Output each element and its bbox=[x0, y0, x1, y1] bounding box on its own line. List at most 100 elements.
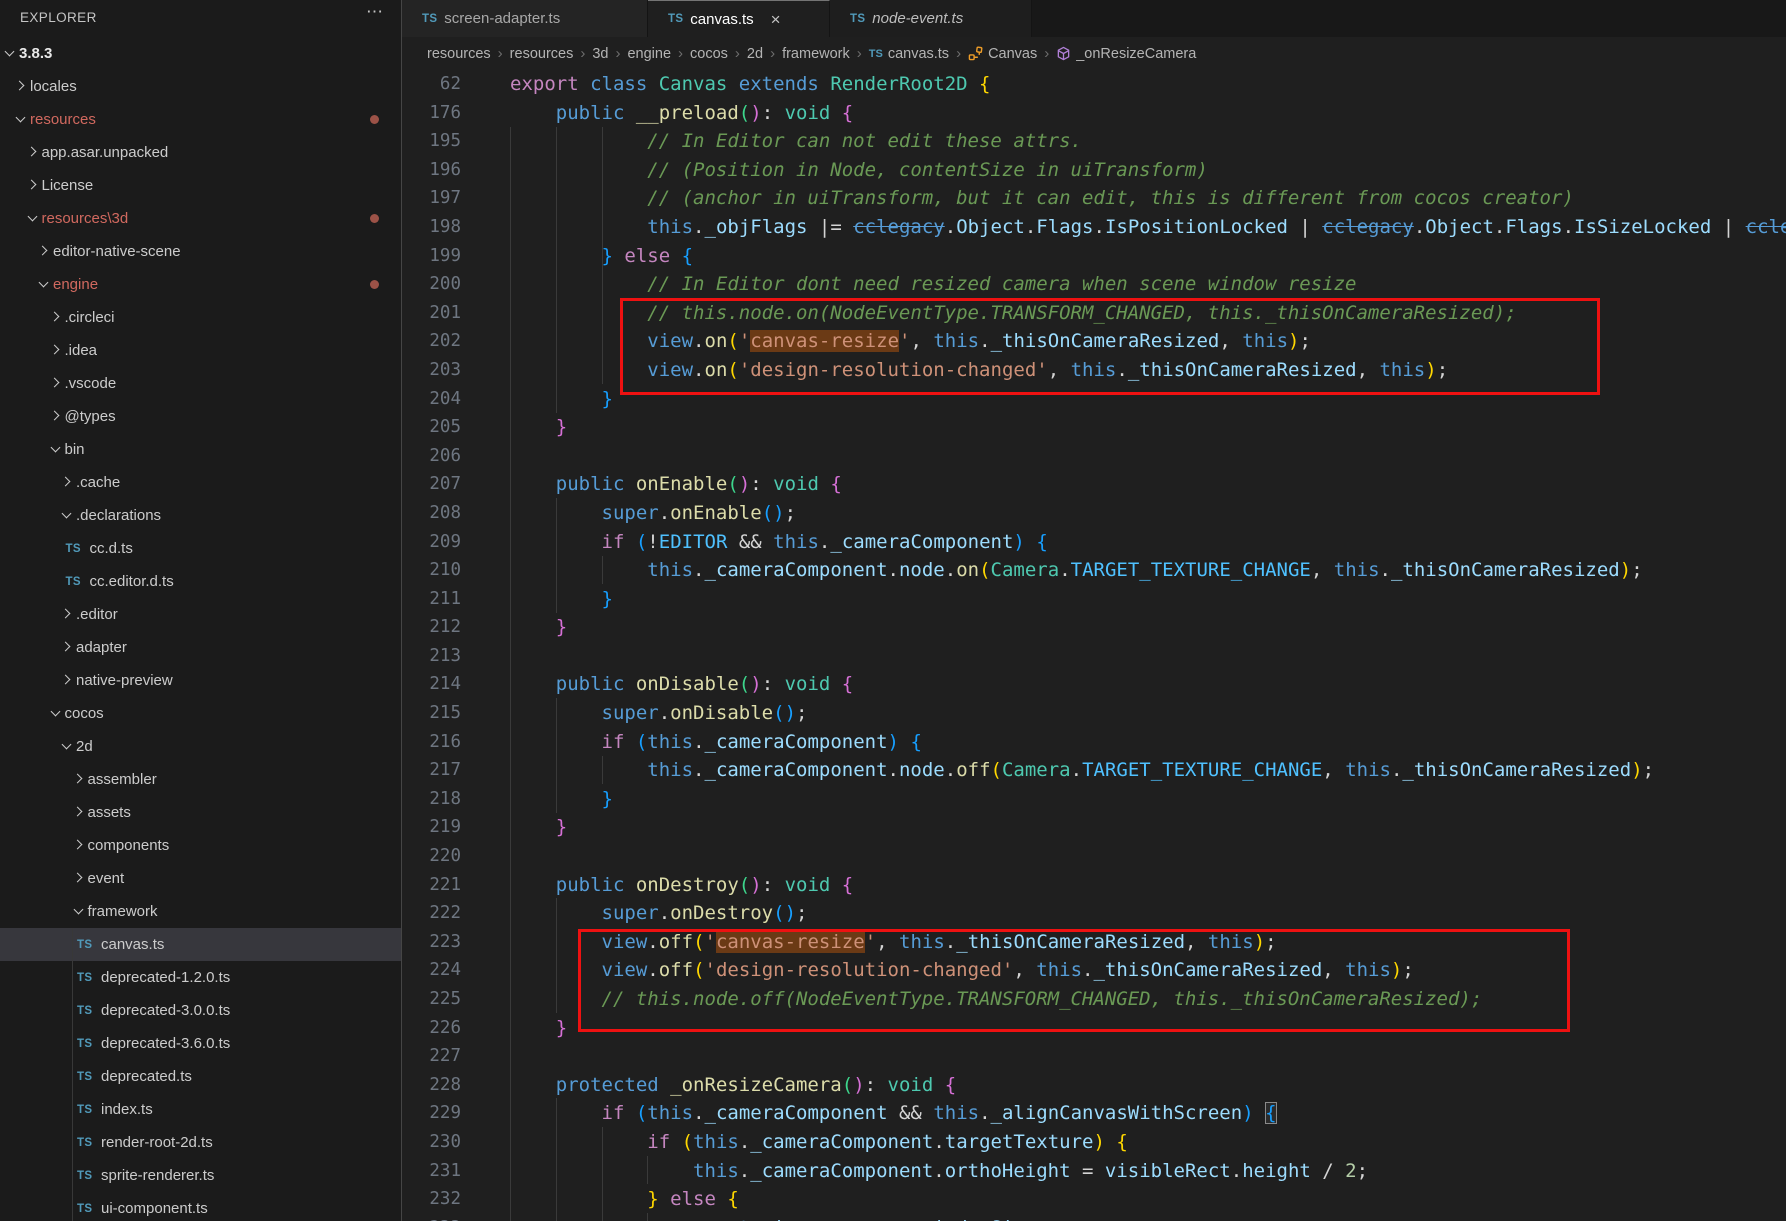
sidebar-resize-sash[interactable] bbox=[401, 0, 402, 1221]
line-number: 221 bbox=[429, 874, 461, 895]
tree-item-.circleci[interactable]: .circleci bbox=[0, 301, 401, 334]
tree-item-event[interactable]: event bbox=[0, 862, 401, 895]
tree-item-render-root-2d.ts[interactable]: TS render-root-2d.ts bbox=[0, 1126, 401, 1159]
code-line-62[interactable]: 62 export class Canvas extends RenderRoot… bbox=[402, 70, 1786, 99]
code-line-212[interactable]: 212 } bbox=[402, 613, 1786, 642]
tree-item-label: app.asar.unpacked bbox=[41, 144, 169, 161]
code-line-205[interactable]: 205 } bbox=[402, 413, 1786, 442]
code-line-214[interactable]: 214 public onDisable(): void { bbox=[402, 670, 1786, 699]
tree-item-cc.editor.d.ts[interactable]: TS cc.editor.d.ts bbox=[0, 565, 401, 598]
code-lines: 62 export class Canvas extends RenderRoot… bbox=[402, 70, 1786, 1221]
tree-item-label: 3.8.3 bbox=[19, 45, 53, 62]
code-line-198[interactable]: 198 this._objFlags |= cclegacy.Object.Fl… bbox=[402, 213, 1786, 242]
code-editor[interactable]: 62 export class Canvas extends RenderRoot… bbox=[402, 0, 1786, 1221]
tree-item-label: .circleci bbox=[64, 309, 115, 326]
code-line-207[interactable]: 207 public onEnable(): void { bbox=[402, 470, 1786, 499]
tree-item-engine[interactable]: engine bbox=[0, 268, 401, 301]
code-line-218[interactable]: 218 } bbox=[402, 785, 1786, 814]
code-line-211[interactable]: 211 } bbox=[402, 585, 1786, 614]
line-content: super.onEnable(); bbox=[601, 501, 797, 524]
code-line-195[interactable]: 195 // In Editor can not edit these attr… bbox=[402, 127, 1786, 156]
tree-item-2d[interactable]: 2d bbox=[0, 730, 401, 763]
tree-item-deprecated-3.0.0.ts[interactable]: TS deprecated-3.0.0.ts bbox=[0, 994, 401, 1027]
line-content: // In Editor dont need resized camera wh… bbox=[510, 273, 1357, 296]
tree-item-.idea[interactable]: .idea bbox=[0, 334, 401, 367]
tree-item-.cache[interactable]: .cache bbox=[0, 466, 401, 499]
code-line-222[interactable]: 222 super.onDestroy(); bbox=[402, 899, 1786, 928]
tree-item-label: adapter bbox=[76, 639, 127, 656]
indent-guide bbox=[556, 698, 557, 813]
code-line-233[interactable]: 233 const size = screen.windowSize; bbox=[402, 1214, 1786, 1221]
tree-item-3.8.3[interactable]: 3.8.3 bbox=[0, 37, 401, 70]
chevron-right-icon bbox=[25, 177, 42, 194]
tree-item-@types[interactable]: @types bbox=[0, 400, 401, 433]
code-line-196[interactable]: 196 // (Position in Node, contentSize in… bbox=[402, 156, 1786, 185]
indent-guide bbox=[510, 127, 511, 1221]
more-actions-icon[interactable]: ⋯ bbox=[366, 0, 383, 24]
tree-item-sprite-renderer.ts[interactable]: TS sprite-renderer.ts bbox=[0, 1159, 401, 1192]
code-line-209[interactable]: 209 if (!EDITOR && this._cameraComponent… bbox=[402, 528, 1786, 557]
code-line-199[interactable]: 199 } else { bbox=[402, 242, 1786, 271]
code-line-228[interactable]: 228 protected _onResizeCamera(): void { bbox=[402, 1071, 1786, 1100]
tree-item-deprecated-3.6.0.ts[interactable]: TS deprecated-3.6.0.ts bbox=[0, 1027, 401, 1060]
code-line-231[interactable]: 231 this._cameraComponent.orthoHeight = … bbox=[402, 1157, 1786, 1186]
tree-item-index.ts[interactable]: TS index.ts bbox=[0, 1093, 401, 1126]
tree-item-assembler[interactable]: assembler bbox=[0, 763, 401, 796]
tree-item-assets[interactable]: assets bbox=[0, 796, 401, 829]
tree-item-.vscode[interactable]: .vscode bbox=[0, 367, 401, 400]
indent-guide bbox=[602, 1127, 603, 1221]
code-line-232[interactable]: 232 } else { bbox=[402, 1185, 1786, 1214]
tree-item-adapter[interactable]: adapter bbox=[0, 631, 401, 664]
code-line-176[interactable]: 176 public __preload(): void { bbox=[402, 99, 1786, 128]
code-line-230[interactable]: 230 if (this._cameraComponent.targetText… bbox=[402, 1128, 1786, 1157]
line-content: // (Position in Node, contentSize in uiT… bbox=[510, 158, 1208, 181]
tree-item-app.asar.unpacked[interactable]: app.asar.unpacked bbox=[0, 136, 401, 169]
tree-item-.editor[interactable]: .editor bbox=[0, 598, 401, 631]
line-content: public onEnable(): void { bbox=[555, 473, 842, 496]
code-line-227[interactable]: 227 bbox=[402, 1042, 1786, 1071]
code-line-213[interactable]: 213 bbox=[402, 642, 1786, 671]
tree-item-label: resources\3d bbox=[41, 210, 129, 227]
tree-item-.declarations[interactable]: .declarations bbox=[0, 499, 401, 532]
tree-item-ui-component.ts[interactable]: TS ui-component.ts bbox=[0, 1192, 401, 1221]
chevron-right-icon bbox=[71, 837, 88, 854]
tree-item-resources[interactable]: resources bbox=[0, 103, 401, 136]
indent-guide bbox=[556, 1098, 557, 1221]
code-line-216[interactable]: 216 if (this._cameraComponent) { bbox=[402, 728, 1786, 757]
indent-guide bbox=[556, 127, 557, 413]
line-number: 207 bbox=[429, 474, 461, 495]
tree-item-canvas.ts[interactable]: TS canvas.ts bbox=[0, 928, 401, 961]
tree-item-resources\3d[interactable]: resources\3d bbox=[0, 202, 401, 235]
chevron-right-icon bbox=[71, 771, 88, 788]
tree-item-locales[interactable]: locales bbox=[0, 70, 401, 103]
code-line-208[interactable]: 208 super.onEnable(); bbox=[402, 499, 1786, 528]
code-line-206[interactable]: 206 bbox=[402, 442, 1786, 471]
code-line-220[interactable]: 220 bbox=[402, 842, 1786, 871]
tree-item-framework[interactable]: framework bbox=[0, 895, 401, 928]
tree-item-label: .idea bbox=[64, 342, 98, 359]
code-line-200[interactable]: 200 // In Editor dont need resized camer… bbox=[402, 270, 1786, 299]
code-line-221[interactable]: 221 public onDestroy(): void { bbox=[402, 871, 1786, 900]
tree-item-bin[interactable]: bin bbox=[0, 433, 401, 466]
tree-item-deprecated-1.2.0.ts[interactable]: TS deprecated-1.2.0.ts bbox=[0, 961, 401, 994]
code-line-197[interactable]: 197 // (anchor in uiTransform, but it ca… bbox=[402, 184, 1786, 213]
tree-item-cocos[interactable]: cocos bbox=[0, 697, 401, 730]
tree-item-native-preview[interactable]: native-preview bbox=[0, 664, 401, 697]
tree-item-deprecated.ts[interactable]: TS deprecated.ts bbox=[0, 1060, 401, 1093]
line-content: // In Editor can not edit these attrs. bbox=[510, 130, 1082, 153]
line-number: 232 bbox=[429, 1189, 461, 1210]
code-line-210[interactable]: 210 this._cameraComponent.node.on(Camera… bbox=[402, 556, 1786, 585]
code-line-229[interactable]: 229 if (this._cameraComponent && this._a… bbox=[402, 1099, 1786, 1128]
tree-item-License[interactable]: License bbox=[0, 169, 401, 202]
code-line-217[interactable]: 217 this._cameraComponent.node.off(Camer… bbox=[402, 756, 1786, 785]
tree-item-components[interactable]: components bbox=[0, 829, 401, 862]
tree-item-label: sprite-renderer.ts bbox=[101, 1167, 215, 1184]
code-line-215[interactable]: 215 super.onDisable(); bbox=[402, 699, 1786, 728]
typescript-file-icon: TS bbox=[77, 971, 93, 984]
line-content: if (this._cameraComponent) { bbox=[601, 730, 922, 753]
tree-item-cc.d.ts[interactable]: TS cc.d.ts bbox=[0, 532, 401, 565]
line-content: super.onDestroy(); bbox=[601, 902, 808, 925]
tree-item-editor-native-scene[interactable]: editor-native-scene bbox=[0, 235, 401, 268]
chevron-right-icon bbox=[48, 375, 65, 392]
code-line-219[interactable]: 219 } bbox=[402, 813, 1786, 842]
